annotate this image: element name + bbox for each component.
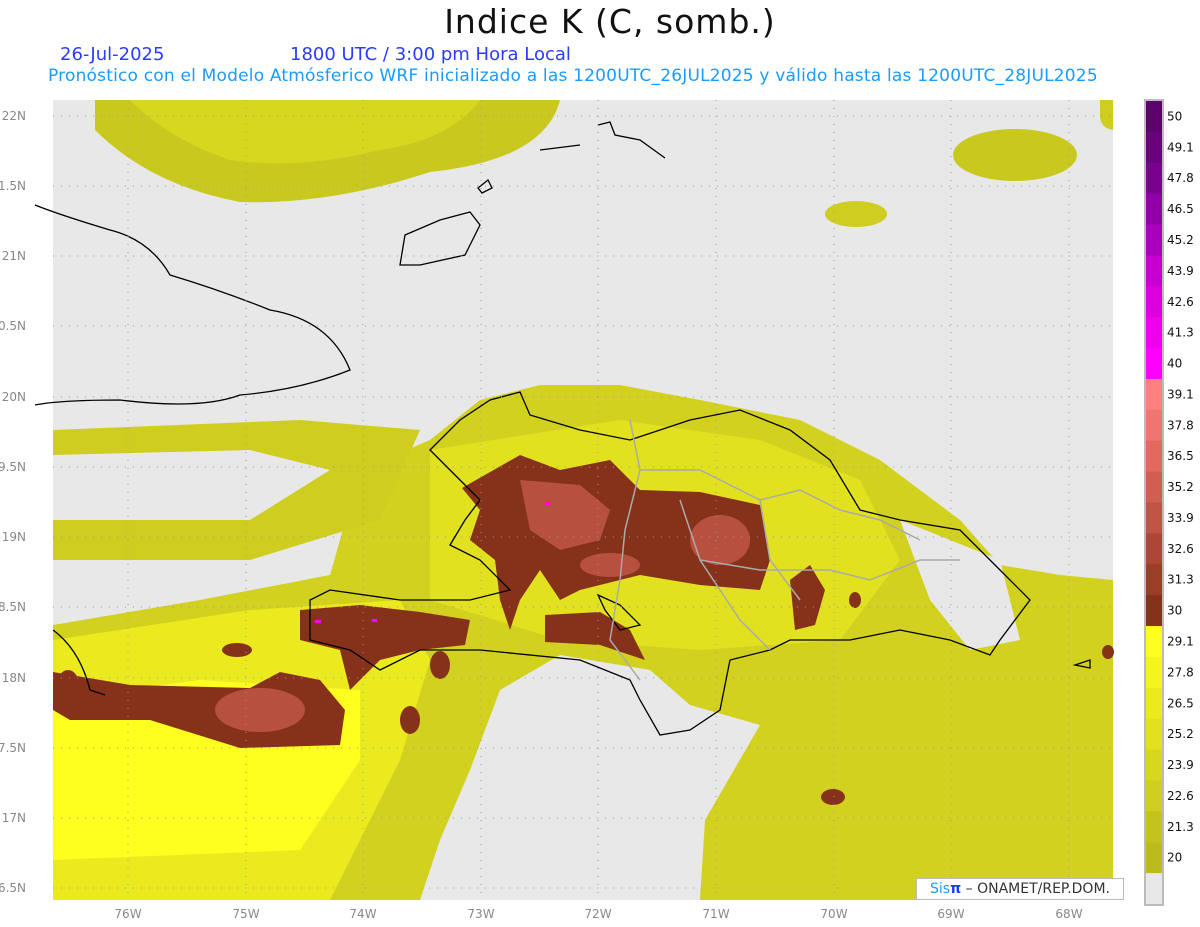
latitude-labels: 22N 1.5N 21N 0.5N 20N 9.5N 19N 8.5N 18N … <box>0 109 26 895</box>
colorbar-cell <box>1146 502 1162 534</box>
colorbar-label: 42.6 <box>1167 295 1194 309</box>
lat-label: 8.5N <box>0 600 26 614</box>
colorbar-label: 50 <box>1167 109 1182 123</box>
colorbar-cell <box>1146 440 1162 473</box>
colorbar-label: 27.8 <box>1167 665 1194 679</box>
colorbar-label: 37.8 <box>1167 418 1194 432</box>
colorbar-label: 40 <box>1167 357 1182 371</box>
longitude-labels: 76W 75W 74W 73W 72W 71W 70W 69W 68W <box>114 907 1082 921</box>
colorbar-cell <box>1146 656 1162 689</box>
lat-label: 6.5N <box>0 881 26 895</box>
lat-label: 18N <box>2 671 26 685</box>
lat-label: 20N <box>2 390 26 404</box>
colorbar-label: 46.5 <box>1167 202 1194 216</box>
colorbar-cell <box>1146 131 1162 164</box>
colorbar-cell <box>1146 873 1162 905</box>
colorbar-label: 36.5 <box>1167 449 1194 463</box>
colorbar-label: 30 <box>1167 604 1182 618</box>
colorbar-cell <box>1146 193 1162 226</box>
lon-label: 74W <box>349 907 376 921</box>
lat-label: 0.5N <box>0 319 26 333</box>
colorbar-label: 35.2 <box>1167 480 1194 494</box>
lat-label: 22N <box>2 109 26 123</box>
lat-label: 7.5N <box>0 741 26 755</box>
lat-label: 9.5N <box>0 460 26 474</box>
colorbar-cell <box>1146 378 1162 411</box>
lon-label: 75W <box>232 907 259 921</box>
colorbar-cell <box>1146 564 1162 596</box>
colorbar-cell <box>1146 255 1162 287</box>
colorbar-label: 20 <box>1167 851 1182 865</box>
colorbar-cell <box>1146 842 1162 874</box>
colorbar-label: 31.3 <box>1167 573 1194 587</box>
colorbar-label: 32.6 <box>1167 542 1194 556</box>
colorbar-cell <box>1146 595 1162 627</box>
colorbar-label: 43.9 <box>1167 264 1194 278</box>
lon-label: 69W <box>937 907 964 921</box>
colorbar-cell <box>1146 101 1162 133</box>
colorbar-cell <box>1146 348 1162 380</box>
lat-label: 1.5N <box>0 179 26 193</box>
k-index-map: 22N 1.5N 21N 0.5N 20N 9.5N 19N 8.5N 18N … <box>0 99 1194 921</box>
colorbar-label: 29.1 <box>1167 634 1194 648</box>
colorbar-cell <box>1146 471 1162 503</box>
colorbar-cell <box>1146 780 1162 812</box>
colorbar-cell <box>1146 409 1162 442</box>
colorbar-label: 23.9 <box>1167 758 1194 772</box>
colorbar-label: 41.3 <box>1167 326 1194 340</box>
colorbar-cell <box>1146 317 1162 349</box>
credit-brand: Sis <box>930 881 951 897</box>
colorbar-label: 47.8 <box>1167 171 1194 185</box>
colorbar-cell <box>1146 162 1162 195</box>
lon-label: 72W <box>584 907 611 921</box>
lon-label: 73W <box>467 907 494 921</box>
colorbar-cell <box>1146 811 1162 843</box>
lon-label: 70W <box>820 907 847 921</box>
colorbar-label: 22.6 <box>1167 789 1194 803</box>
colorbar-cell <box>1146 224 1162 256</box>
colorbar-cell <box>1146 749 1162 781</box>
colorbar-label: 45.2 <box>1167 233 1194 247</box>
lon-label: 71W <box>702 907 729 921</box>
colorbar-label: 26.5 <box>1167 696 1194 710</box>
credit-text: – ONAMET/REP.DOM. <box>965 881 1110 897</box>
lat-label: 19N <box>2 530 26 544</box>
lat-label: 21N <box>2 249 26 263</box>
colorbar-label: 33.9 <box>1167 511 1194 525</box>
lon-label: 76W <box>114 907 141 921</box>
colorbar-label: 49.1 <box>1167 140 1194 154</box>
lat-label: 17N <box>2 811 26 825</box>
colorbar-cell <box>1146 687 1162 720</box>
credit-brand-pi: π <box>950 881 962 897</box>
colorbar-cell <box>1146 533 1162 565</box>
colorbar-label: 39.1 <box>1167 387 1194 401</box>
colorbar-label: 21.3 <box>1167 820 1194 834</box>
colorbar-cell <box>1146 718 1162 751</box>
colorbar-cell <box>1146 286 1162 318</box>
colorbar-label: 25.2 <box>1167 727 1194 741</box>
colorbar-cell <box>1146 626 1162 658</box>
credit-box: Sisπ – ONAMET/REP.DOM. <box>916 878 1124 900</box>
lon-label: 68W <box>1055 907 1082 921</box>
colorbar: 50 49.1 47.8 46.5 45.2 43.9 42.6 41.3 40 39.1 37.8… <box>1144 99 1194 906</box>
